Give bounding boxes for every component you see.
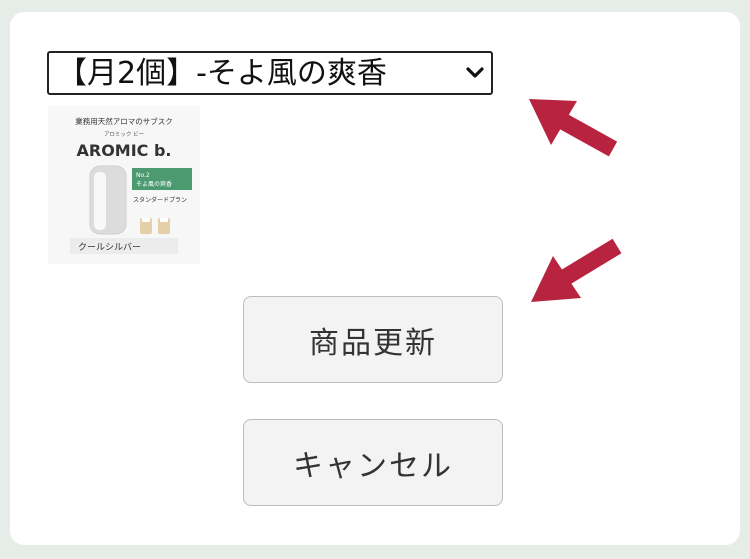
product-image: 業務用天然アロマのサブスク アロミック ビー AROMIC b. No.2 そよ… xyxy=(48,106,200,264)
update-product-button[interactable]: 商品更新 xyxy=(243,296,503,383)
arrow-pointer-icon xyxy=(529,99,618,157)
arrow-pointer-icon xyxy=(531,238,622,302)
product-select[interactable]: 【月2個】-そよ風の爽香 xyxy=(47,51,493,95)
product-tag-no: No.2 xyxy=(136,172,150,179)
product-color-label: クールシルバー xyxy=(78,242,141,253)
product-image-brand: AROMIC b. xyxy=(76,141,171,160)
product-image-sub-text: アロミック ビー xyxy=(104,130,144,138)
cancel-button[interactable]: キャンセル xyxy=(243,419,503,506)
product-tag-name: そよ風の爽香 xyxy=(136,180,172,188)
product-image-top-text: 業務用天然アロマのサブスク xyxy=(75,116,173,126)
product-plan: スタンダードプラン xyxy=(133,196,187,204)
chevron-down-icon xyxy=(466,67,484,78)
product-select-value: 【月2個】-そよ風の爽香 xyxy=(57,56,387,91)
